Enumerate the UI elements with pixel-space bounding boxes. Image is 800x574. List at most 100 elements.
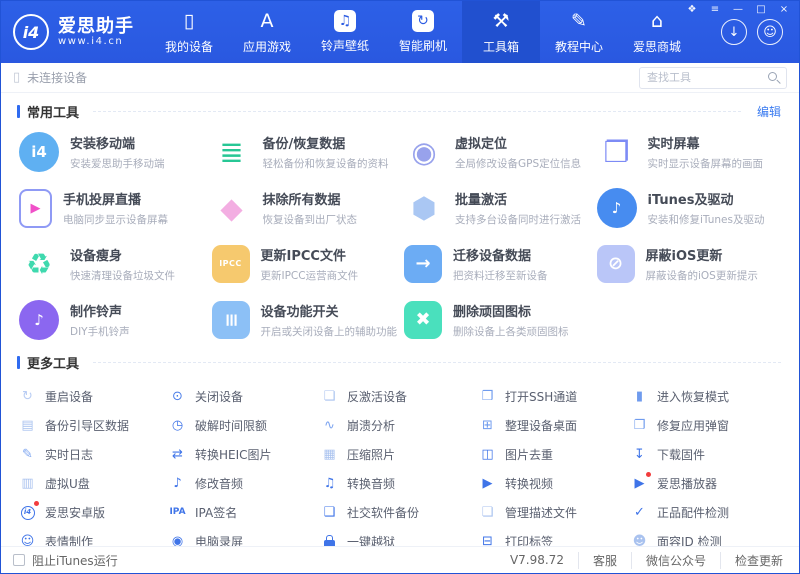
more-tool-accessory-check[interactable]: ✓ 正品配件检测 [631, 498, 789, 527]
nav-app-games[interactable]: A 应用游戏 [228, 1, 306, 63]
tool-title: 手机投屏直播 [63, 193, 142, 208]
download-manager-button[interactable]: ↓ [721, 19, 747, 45]
more-tool-i4-player[interactable]: ▶ 爱思播放器 [631, 469, 789, 498]
tool-update-ipcc[interactable]: IPCC 更新IPCC文件 更新IPCC运营商文件 [211, 242, 405, 286]
crash-analysis-icon: ∿ [324, 418, 335, 433]
nav-toolbox[interactable]: ⚒ 工具箱 [462, 1, 540, 63]
check-update-link[interactable]: 检查更新 [719, 551, 787, 569]
more-tool-heic-convert[interactable]: ⇄ 转换HEIC图片 [169, 440, 321, 469]
graduation-cap-icon: ✎ [571, 9, 587, 32]
more-tool-label: 正品配件检测 [657, 506, 730, 520]
more-tool-download-firmware[interactable]: ↧ 下载固件 [631, 440, 789, 469]
more-tool-backup-boot[interactable]: ▤ 备份引导区数据 [19, 411, 169, 440]
tool-device-slim[interactable]: ♻ 设备瘦身 快速清理设备垃圾文件 [19, 242, 212, 286]
tool-title: 虚拟定位 [455, 137, 508, 152]
window-controls: ❖ ≡ — □ × [685, 4, 791, 15]
more-tool-edit-audio[interactable]: ♪ 修改音频 [169, 469, 321, 498]
nav-tutorial-center[interactable]: ✎ 教程中心 [540, 1, 618, 63]
tool-desc: 开启或关闭设备上的辅助功能 [260, 326, 398, 338]
device-status-bar: ▯ 未连接设备 [1, 63, 799, 93]
more-tool-label: 转换音频 [347, 477, 396, 491]
tool-block-ios-update[interactable]: ⊘ 屏蔽iOS更新 屏蔽设备的iOS更新提示 [596, 242, 790, 286]
section-divider [93, 362, 781, 363]
more-tool-fix-popup[interactable]: ❐ 修复应用弹窗 [631, 411, 789, 440]
more-tool-virtual-usb[interactable]: ▥ 虚拟U盘 [19, 469, 169, 498]
gift-icon[interactable]: ❖ [685, 4, 699, 15]
tool-batch-activate[interactable]: ⬢ 批量激活 支持多台设备同时进行激活 [404, 186, 597, 230]
social-backup-icon: ❑ [323, 505, 336, 520]
more-tool-realtime-log[interactable]: ✎ 实时日志 [19, 440, 169, 469]
more-tool-manage-profiles[interactable]: ❏ 管理描述文件 [479, 498, 631, 527]
more-tool-restart[interactable]: ↻ 重启设备 [19, 382, 169, 411]
nav-label: 教程中心 [554, 39, 603, 54]
tool-screen-cast-live[interactable]: ▶ 手机投屏直播 电脑同步显示设备屏幕 [19, 186, 212, 230]
nav-label: 爱思商城 [632, 39, 681, 54]
more-tool-crash-analysis[interactable]: ∿ 崩溃分析 [321, 411, 479, 440]
tool-itunes-driver[interactable]: ♪ iTunes及驱动 安装和修复iTunes及驱动 [596, 186, 790, 230]
status-bar: 阻止iTunes运行 V7.98.72 客服 微信公众号 检查更新 [1, 546, 799, 573]
block-itunes-checkbox[interactable] [13, 554, 25, 566]
customer-service-link[interactable]: 客服 [577, 551, 631, 569]
tool-realtime-screen[interactable]: ❐ 实时屏幕 实时显示设备屏幕的画面 [597, 130, 790, 174]
more-tool-label: 重启设备 [45, 390, 94, 404]
screen-record-icon: ◉ [171, 534, 184, 546]
more-tool-arrange-desktop[interactable]: ⊞ 整理设备桌面 [479, 411, 631, 440]
more-tool-jailbreak[interactable]: 一键越狱 [321, 527, 479, 546]
app-window: i4 爱思助手 www.i4.cn ▯ 我的设备 A 应用游戏 ♫ 铃声壁纸 ↻… [0, 0, 800, 574]
tool-search-input[interactable] [647, 71, 768, 84]
convert-video-icon: ▶ [482, 476, 493, 491]
more-tool-recovery-mode[interactable]: ▮ 进入恢复模式 [631, 382, 789, 411]
edit-link[interactable]: 编辑 [757, 103, 781, 120]
nav-my-device[interactable]: ▯ 我的设备 [150, 1, 228, 63]
more-tool-image-dedupe[interactable]: ◫ 图片去重 [479, 440, 631, 469]
tool-erase-all-data[interactable]: ◆ 抹除所有数据 恢复设备到出厂状态 [212, 186, 405, 230]
wechat-official-link[interactable]: 微信公众号 [630, 551, 720, 569]
tool-make-ringtone[interactable]: ♪ 制作铃声 DIY手机铃声 [19, 298, 212, 342]
tool-backup-restore[interactable]: ≣ 备份/恢复数据 轻松备份和恢复设备的资料 [212, 130, 405, 174]
nav-smart-flash[interactable]: ↻ 智能刷机 [384, 1, 462, 63]
more-tool-ipa-sign[interactable]: IPA IPA签名 [169, 498, 321, 527]
tool-virtual-location[interactable]: ◉ 虚拟定位 全局修改设备GPS定位信息 [404, 130, 597, 174]
more-tool-i4-android[interactable]: i4 爱思安卓版 [19, 498, 169, 527]
more-tool-print-label[interactable]: ⊟ 打印标签 [479, 527, 631, 546]
user-account-button[interactable]: ☺ [757, 19, 783, 45]
maximize-button[interactable]: □ [754, 4, 768, 15]
more-tool-faceid-check[interactable]: ☻ 面容ID 检测 [631, 527, 789, 546]
tool-desc: 实时显示设备屏幕的画面 [647, 158, 764, 170]
tool-desc: 全局修改设备GPS定位信息 [455, 158, 582, 170]
more-tool-label: 社交软件备份 [347, 506, 420, 520]
more-tool-compress-photos[interactable]: ▦ 压缩照片 [321, 440, 479, 469]
tool-delete-stubborn-icons[interactable]: ✖ 删除顽固图标 删除设备上各类顽固图标 [404, 298, 597, 342]
more-tool-label: 转换视频 [505, 477, 554, 491]
tool-feature-switch[interactable]: ≡ 设备功能开关 开启或关闭设备上的辅助功能 [211, 298, 405, 342]
more-tool-time-limit[interactable]: ◷ 破解时间限额 [169, 411, 321, 440]
printer-icon: ⊟ [482, 534, 493, 546]
tool-search-box[interactable] [639, 66, 787, 89]
more-tool-ssh[interactable]: ❒ 打开SSH通道 [479, 382, 631, 411]
close-button[interactable]: × [777, 4, 791, 15]
nav-label: 智能刷机 [398, 39, 447, 53]
tool-migrate-data[interactable]: → 迁移设备数据 把资料迁移至新设备 [404, 242, 597, 286]
more-tool-convert-video[interactable]: ▶ 转换视频 [479, 469, 631, 498]
nav-ringtones-wallpaper[interactable]: ♫ 铃声壁纸 [306, 1, 384, 63]
tool-install-mobile[interactable]: i4 安装移动端 安装爱思助手移动端 [19, 130, 212, 174]
profiles-icon: ❏ [481, 505, 494, 520]
more-tool-label: 爱思播放器 [657, 477, 718, 491]
more-tool-social-backup[interactable]: ❑ 社交软件备份 [321, 498, 479, 527]
more-tool-deactivate[interactable]: ❏ 反激活设备 [321, 382, 479, 411]
minimize-button[interactable]: — [731, 4, 745, 15]
more-tool-screen-record[interactable]: ◉ 电脑录屏 [169, 527, 321, 546]
tool-desc: 把资料迁移至新设备 [453, 270, 548, 282]
tool-title: 屏蔽iOS更新 [645, 249, 723, 264]
usb-drive-icon: ▥ [21, 476, 34, 491]
header: i4 爱思助手 www.i4.cn ▯ 我的设备 A 应用游戏 ♫ 铃声壁纸 ↻… [1, 1, 799, 63]
search-icon[interactable] [768, 72, 779, 83]
batch-activate-icon: ⬢ [411, 190, 437, 225]
more-tool-shutdown[interactable]: ⊙ 关闭设备 [169, 382, 321, 411]
more-tool-convert-audio[interactable]: ♫ 转换音频 [321, 469, 479, 498]
tool-title: 制作铃声 [70, 305, 123, 320]
more-tool-emoji-maker[interactable]: ☺ 表情制作 [19, 527, 169, 546]
more-tool-label: 表情制作 [45, 535, 94, 546]
task-list-icon[interactable]: ≡ [708, 4, 722, 15]
more-tool-label: 反激活设备 [347, 390, 408, 404]
